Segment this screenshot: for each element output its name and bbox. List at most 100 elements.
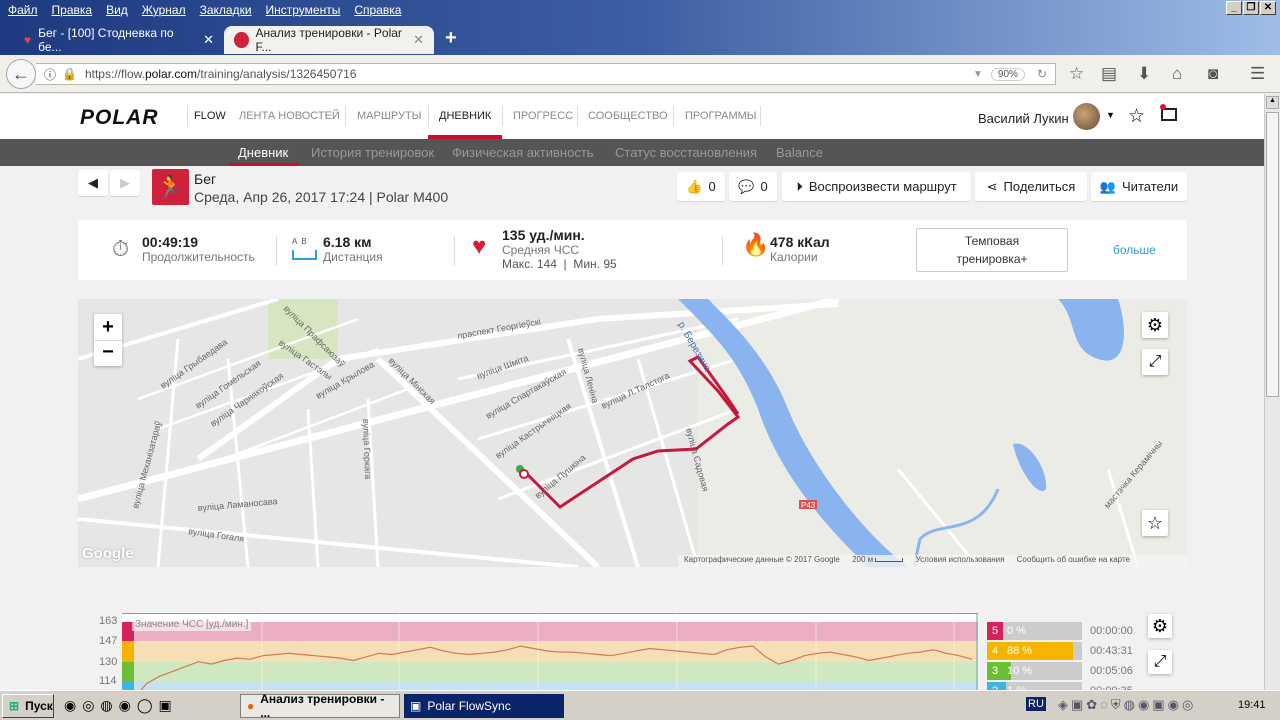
comment-icon: 💬 [738, 178, 755, 194]
hamburger-menu-icon[interactable]: ☰ [1250, 64, 1265, 84]
subnav-activity[interactable]: Физическая активность [452, 145, 594, 160]
hr-zone-row: 4 88 % [987, 642, 1082, 660]
zone-percent: 0 % [1007, 625, 1026, 637]
windows-taskbar: ⊞ Пуск ◉◎◍◉◯▣ ● Анализ тренировки - ... ▣ P… [0, 690, 1280, 720]
scale-bar [875, 558, 904, 562]
close-tab-icon[interactable]: ✕ [413, 32, 424, 48]
menu-edit[interactable]: Правка [52, 3, 93, 17]
menu-tools[interactable]: Инструменты [266, 3, 341, 17]
tab-analysis[interactable]: Анализ тренировки - Polar F... ✕ [224, 26, 434, 54]
zoom-indicator[interactable]: 90% [990, 67, 1025, 81]
menu-history[interactable]: Журнал [142, 3, 186, 17]
menu-file[interactable]: Файл [8, 3, 38, 17]
terms-link[interactable]: Условия использования [916, 555, 1005, 564]
avatar[interactable] [1073, 103, 1100, 130]
close-window-button[interactable]: ✕ [1260, 1, 1276, 15]
start-label: Пуск [25, 699, 53, 713]
scroll-up-button[interactable]: ▲ [1266, 96, 1279, 109]
ruler-icon [292, 250, 317, 260]
download-icon[interactable]: ⬇ [1137, 64, 1151, 84]
subnav-balance[interactable]: Balance [776, 145, 823, 160]
firefox-icon: ● [247, 699, 255, 713]
people-icon: 👥 [1099, 178, 1117, 194]
new-tab-button[interactable]: + [445, 27, 457, 50]
training-benefit-button[interactable]: Темповая тренировка+ [916, 228, 1068, 272]
back-button[interactable]: ← [6, 59, 36, 89]
close-tab-icon[interactable]: ✕ [203, 32, 214, 48]
info-icon[interactable]: ⓘ [44, 66, 56, 83]
nav-programs[interactable]: ПРОГРАММЫ [685, 110, 757, 122]
taskbar-firefox[interactable]: ● Анализ тренировки - ... [240, 692, 400, 720]
chart-settings-gear-icon[interactable]: ⚙ [1148, 614, 1172, 638]
distance-ab-label: A B [292, 237, 307, 246]
language-indicator[interactable]: RU [1026, 697, 1046, 711]
user-dropdown-icon[interactable]: ▼ [1106, 110, 1115, 120]
road-number-label: P43 [801, 501, 816, 510]
page-scrollbar[interactable]: ▲ [1264, 94, 1280, 690]
followers-button[interactable]: 👥 Читатели [1091, 172, 1187, 201]
duration-label: Продолжительность [142, 250, 255, 264]
chart-fullscreen-icon[interactable]: ⤢ [1148, 650, 1172, 674]
start-button[interactable]: ⊞ Пуск [2, 694, 54, 718]
user-name[interactable]: Василий Лукин [978, 111, 1069, 126]
reading-list-icon[interactable]: ▤ [1101, 64, 1117, 84]
zoom-out-button[interactable]: − [94, 340, 122, 366]
subnav-diary[interactable]: Дневник [238, 145, 288, 160]
previous-session-button[interactable]: ◀ [78, 170, 108, 196]
subnav-recovery[interactable]: Статус восстановления [615, 145, 757, 160]
tray-icons[interactable]: ◈▣✿◌⛨◍◉▣◉◎ [1058, 697, 1196, 713]
street-label: вуліца Л.Талстога [600, 370, 671, 410]
fullscreen-icon[interactable]: ⤢ [1142, 349, 1168, 375]
like-button[interactable]: 👍 0 [677, 172, 725, 201]
task-label: Polar FlowSync [427, 699, 511, 713]
zoom-in-button[interactable]: + [94, 314, 122, 340]
comment-button[interactable]: 💬 0 [729, 172, 777, 201]
map-canvas: праспект Георгіеўскі вуліца Крылова вулі… [78, 299, 1187, 567]
map-settings-gear-icon[interactable]: ⚙ [1142, 312, 1168, 338]
active-subnav-underline [229, 163, 299, 166]
nav-diary[interactable]: ДНЕВНИК [439, 110, 491, 122]
next-session-button[interactable]: ▶ [110, 170, 140, 196]
scrollbar-thumb[interactable] [1266, 112, 1279, 397]
menu-view[interactable]: Вид [106, 3, 128, 17]
pocket-icon[interactable]: ◙ [1208, 64, 1218, 84]
favorites-star-icon[interactable]: ☆ [1128, 105, 1145, 128]
zone-number: 3 [987, 662, 1003, 680]
replay-route-button[interactable]: ⏵ Воспроизвести маршрут [782, 172, 971, 201]
stopwatch-icon: ⏱ [112, 236, 130, 261]
zone3-band [122, 662, 978, 681]
share-icon: ⋖ [986, 178, 998, 194]
share-button[interactable]: ⋖ Поделиться [975, 172, 1087, 201]
hr-zone-row: 2 1 % [987, 682, 1082, 690]
dropdown-icon[interactable]: ▼ [973, 69, 983, 80]
finish-marker [519, 469, 529, 479]
nav-feed[interactable]: ЛЕНТА НОВОСТЕЙ [239, 110, 340, 122]
home-icon[interactable]: ⌂ [1172, 64, 1182, 84]
minimize-button[interactable]: _ [1226, 1, 1242, 15]
menu-bookmarks[interactable]: Закладки [200, 3, 252, 17]
taskbar-flowsync[interactable]: ▣ Polar FlowSync [404, 694, 564, 718]
quick-launch-icons[interactable]: ◉◎◍◉◯▣ [64, 697, 178, 714]
route-map[interactable]: праспект Георгіеўскі вуліца Крылова вулі… [78, 299, 1187, 567]
menu-help[interactable]: Справка [354, 3, 401, 17]
followers-label: Читатели [1122, 179, 1179, 194]
menu-bar: Файл Правка Вид Журнал Закладки Инструменты Сп… [8, 3, 415, 17]
nav-routes[interactable]: МАРШРУТЫ [357, 110, 421, 122]
nav-community[interactable]: СООБЩЕСТВО [588, 110, 668, 122]
tab-run[interactable]: ♥ Бег - [100] Стодневка по бе... ✕ [14, 26, 224, 54]
zone-time: 00:00:00 [1090, 625, 1133, 637]
report-error-link[interactable]: Сообщить об ошибке на карте [1017, 555, 1130, 564]
restore-button[interactable]: ❐ [1243, 1, 1259, 15]
street-label: вуліца Гогаля [188, 526, 245, 544]
polar-logo[interactable]: POLAR [80, 106, 159, 130]
nav-progress[interactable]: ПРОГРЕСС [513, 110, 573, 122]
zone-time: 00:05:06 [1090, 665, 1133, 677]
subnav-history[interactable]: История тренировок [311, 145, 434, 160]
y-tick: 114 [99, 675, 117, 687]
summary-panel: ⏱ 00:49:19 Продолжительность A B 6.18 км… [78, 220, 1187, 280]
reload-icon[interactable]: ↻ [1037, 67, 1047, 81]
bookmark-star-icon[interactable]: ☆ [1069, 64, 1084, 84]
url-bar[interactable]: ⓘ 🔒 https://flow. polar.com/training/anal… [36, 63, 1056, 85]
more-link[interactable]: больше [1113, 243, 1156, 257]
map-favorite-star-icon[interactable]: ☆ [1142, 510, 1168, 536]
